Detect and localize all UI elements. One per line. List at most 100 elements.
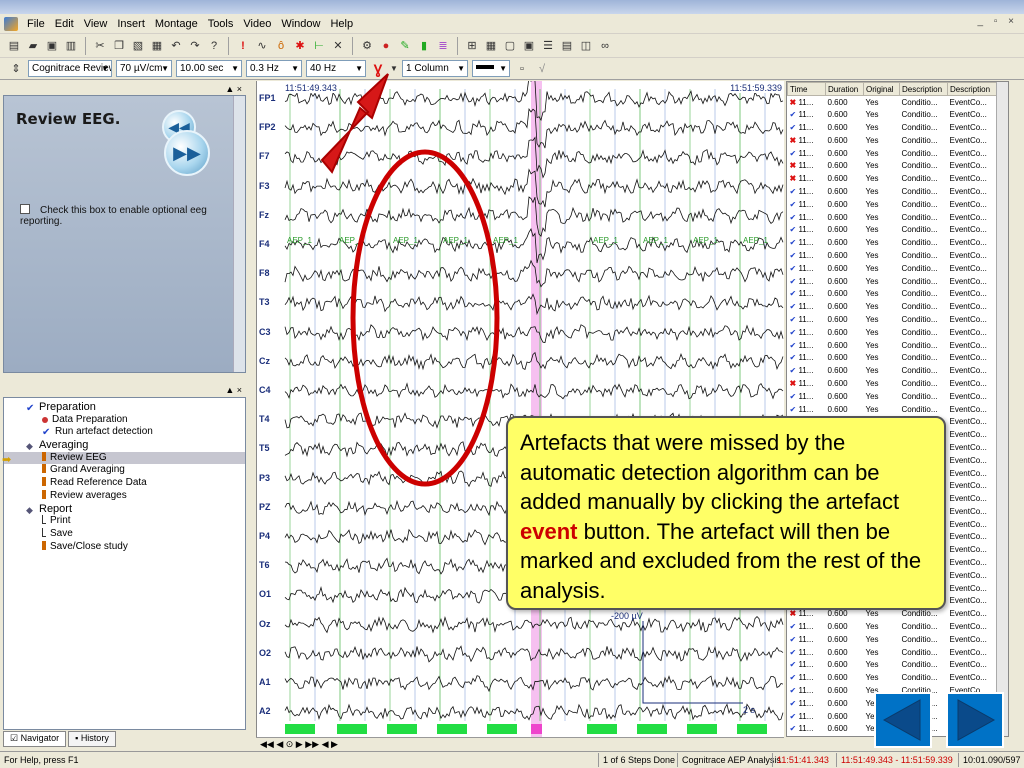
alert-icon[interactable]: ! (235, 38, 251, 54)
tree-group-report[interactable]: ◆ Report (4, 503, 245, 516)
window-controls[interactable]: _ ▫ × (977, 16, 1018, 27)
next-step-button[interactable]: ▶▶ (164, 130, 210, 176)
redo-icon[interactable]: ↷ (187, 38, 203, 54)
menu-view[interactable]: View (79, 15, 113, 33)
table-row[interactable]: ✔ 11... 0.600 Yes Conditio... EventCo... (788, 121, 998, 134)
table-row[interactable]: ✔ 11... 0.600 Yes Conditio... EventCo... (788, 313, 998, 326)
page-icon[interactable]: ▢ (502, 38, 518, 54)
col-time[interactable]: Time (787, 82, 826, 96)
check-icon[interactable]: √ (534, 61, 550, 77)
high-filter-select[interactable]: 40 Hz (306, 60, 366, 77)
table-row[interactable]: ✔ 11... 0.600 Yes Conditio... EventCo... (788, 351, 998, 364)
artefact-marker[interactable] (531, 724, 542, 734)
tree-item-save-close-study[interactable]: Save/Close study (4, 540, 245, 554)
window-icon[interactable]: ◫ (578, 38, 594, 54)
save-all-icon[interactable]: ▥ (63, 38, 79, 54)
paste-icon[interactable]: ▧ (130, 38, 146, 54)
event-marker[interactable] (737, 724, 767, 734)
menu-video[interactable]: Video (238, 15, 276, 33)
dropdown-arrow-icon[interactable]: ▼ (390, 61, 398, 77)
tab-navigator[interactable]: ☑ Navigator (3, 731, 67, 747)
menu-edit[interactable]: Edit (50, 15, 79, 33)
col-original[interactable]: Original (863, 82, 900, 96)
table-row[interactable]: ✖ 11... 0.600 Yes Conditio... EventCo... (788, 159, 998, 172)
tree-item-run-artefact-detection[interactable]: ✔ Run artefact detection (4, 426, 245, 439)
menu-help[interactable]: Help (325, 15, 358, 33)
save-icon[interactable]: ▣ (44, 38, 60, 54)
copy-icon[interactable]: ❐ (111, 38, 127, 54)
event-marker[interactable] (637, 724, 667, 734)
trace-color-select[interactable] (472, 60, 510, 77)
optional-report-checkbox[interactable] (20, 204, 30, 214)
event-marker[interactable] (487, 724, 517, 734)
eeg-traces[interactable]: AEP_1 AEP_1 AEP_1 AEP_1 AEP_1 AEP_1 AEP_1 AEP_1… (257, 76, 785, 737)
menu-tools[interactable]: Tools (203, 15, 239, 33)
artefact-event-icon[interactable]: Ɣ (370, 61, 386, 77)
tree-header-controls[interactable]: ▲ × (3, 384, 246, 396)
tab-history[interactable]: ▪ History (68, 731, 116, 747)
table-row[interactable]: ✔ 11... 0.600 Yes Conditio... EventCo... (788, 287, 998, 300)
tree-item-review-averages[interactable]: Review averages (4, 489, 245, 503)
link-icon[interactable]: ∞ (597, 38, 613, 54)
chart-icon[interactable]: ▮ (416, 38, 432, 54)
table-row[interactable]: ✔ 11... 0.600 Yes Conditio... EventCo... (788, 236, 998, 249)
menu-file[interactable]: File (22, 15, 50, 33)
panel-header-controls[interactable]: ▲ × (3, 83, 246, 95)
montage-icon[interactable]: ⚙ (359, 38, 375, 54)
event-marker[interactable] (285, 724, 315, 734)
table-row[interactable]: ✔ 11... 0.600 Yes Conditio... EventCo... (788, 403, 998, 416)
tree-group-preparation[interactable]: ✔ Preparation (4, 401, 245, 414)
table-row[interactable]: ✖ 11... 0.600 Yes Conditio... EventCo... (788, 172, 998, 185)
marker-icon[interactable]: ô (273, 38, 289, 54)
table-row[interactable]: ✔ 11... 0.600 Yes Conditio... EventCo... (788, 620, 998, 633)
tree-item-data-preparation[interactable]: Data Preparation (4, 414, 245, 427)
table-row[interactable]: ✔ 11... 0.600 Yes Conditio... EventCo... (788, 339, 998, 352)
table-row[interactable]: ✔ 11... 0.600 Yes Conditio... EventCo... (788, 659, 998, 672)
table-row[interactable]: ✔ 11... 0.600 Yes Conditio... EventCo... (788, 108, 998, 121)
event-marker[interactable] (587, 724, 617, 734)
montage-select[interactable]: Cognitrace Review ( (28, 60, 112, 77)
columns-select[interactable]: 1 Column (402, 60, 468, 77)
event-table[interactable]: Time Duration Original Description Descr… (786, 81, 1009, 737)
table-row[interactable]: ✖ 11... 0.600 Yes Conditio... EventCo... (788, 96, 998, 109)
sort-icon[interactable]: ⇕ (8, 61, 24, 77)
event-table-scrollbar[interactable] (996, 82, 1008, 736)
new-icon[interactable]: ▤ (6, 38, 22, 54)
cut-icon[interactable]: ✂ (92, 38, 108, 54)
layers-icon[interactable]: ≣ (435, 38, 451, 54)
artefact-icon[interactable]: ✱ (292, 38, 308, 54)
col-description-1[interactable]: Description (899, 82, 948, 96)
table-row[interactable]: ✔ 11... 0.600 Yes Conditio... EventCo... (788, 223, 998, 236)
sensitivity-select[interactable]: 70 µV/cm (116, 60, 172, 77)
col-duration[interactable]: Duration (825, 82, 864, 96)
col-description-2[interactable]: Description (947, 82, 998, 96)
table-row[interactable]: ✔ 11... 0.600 Yes Conditio... EventCo... (788, 147, 998, 160)
eeg-display[interactable]: AEP_1 AEP_1 AEP_1 AEP_1 AEP_1 AEP_1 AEP_1 AEP_1… (256, 76, 785, 737)
list-icon[interactable]: ☰ (540, 38, 556, 54)
table-row[interactable]: ✔ 11... 0.600 Yes Conditio... EventCo... (788, 300, 998, 313)
help-icon[interactable]: ? (206, 38, 222, 54)
event-marker[interactable] (687, 724, 717, 734)
tree-item-save[interactable]: Save (4, 527, 245, 541)
table-row[interactable]: ✔ 11... 0.600 Yes Conditio... EventCo... (788, 326, 998, 339)
table-row[interactable]: ✖ 11... 0.600 Yes Conditio... EventCo... (788, 377, 998, 390)
delete-icon[interactable]: ✕ (330, 38, 346, 54)
table-row[interactable]: ✔ 11... 0.600 Yes Conditio... EventCo... (788, 185, 998, 198)
slide-prev-button[interactable] (874, 692, 932, 748)
report-icon[interactable]: ▤ (559, 38, 575, 54)
table-row[interactable]: ✔ 11... 0.600 Yes Conditio... EventCo... (788, 198, 998, 211)
table-row[interactable]: ✔ 11... 0.600 Yes Conditio... EventCo... (788, 671, 998, 684)
table-row[interactable]: ✔ 11... 0.600 Yes Conditio... EventCo... (788, 646, 998, 659)
event-marker[interactable] (337, 724, 367, 734)
table-row[interactable]: ✖ 11... 0.600 Yes Conditio... EventCo... (788, 134, 998, 147)
screen-icon[interactable]: ▣ (521, 38, 537, 54)
eeg-navigation-bar[interactable]: ◀◀ ◀ ⊙ ▶ ▶▶ ◀ ▶ (256, 737, 784, 751)
review-panel-scrollbar[interactable] (233, 96, 245, 372)
table-row[interactable]: ✔ 11... 0.600 Yes Conditio... EventCo... (788, 275, 998, 288)
print-icon[interactable]: ▦ (149, 38, 165, 54)
low-filter-select[interactable]: 0.3 Hz (246, 60, 302, 77)
open-icon[interactable]: ▰ (25, 38, 41, 54)
table-row[interactable]: ✔ 11... 0.600 Yes Conditio... EventCo... (788, 364, 998, 377)
table-row[interactable]: ✔ 11... 0.600 Yes Conditio... EventCo... (788, 633, 998, 646)
event-marker[interactable] (387, 724, 417, 734)
